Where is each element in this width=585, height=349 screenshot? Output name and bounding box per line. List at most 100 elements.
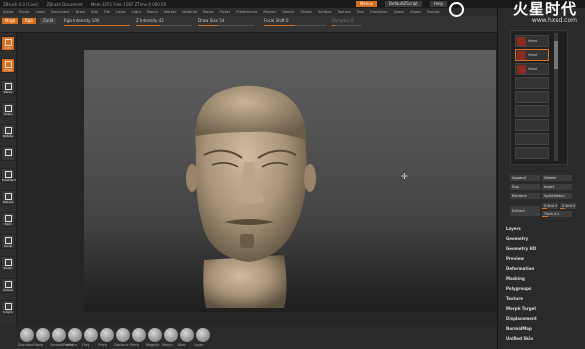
subtool-item[interactable] <box>515 77 549 89</box>
subtool-insert-button[interactable]: Insert <box>542 184 572 190</box>
menu-light[interactable]: Light <box>132 10 141 14</box>
help-button[interactable]: Help <box>429 1 447 7</box>
subtool-splithidden-button[interactable]: SplitHidden <box>542 193 572 199</box>
subtool-item[interactable] <box>515 119 549 131</box>
zadd-button[interactable]: Zadd <box>40 18 57 24</box>
menu-brush[interactable]: Brush <box>19 10 29 14</box>
tool-slot-5[interactable] <box>1 146 15 161</box>
extract-slider[interactable]: S Smt 5 <box>542 203 558 209</box>
subtool-item[interactable] <box>515 105 549 117</box>
brush-layer-icon[interactable] <box>196 328 210 342</box>
subtool-item[interactable] <box>515 147 549 159</box>
menu-macro[interactable]: Macro <box>147 10 158 14</box>
draw-size-slider[interactable]: Draw Size 54 <box>198 18 254 27</box>
tool-scroll[interactable]: Scroll <box>1 234 15 249</box>
menu-alpha[interactable]: Alpha <box>3 10 13 14</box>
section-unified-skin[interactable]: Unified Skin <box>506 335 580 343</box>
rgb-intensity-slider[interactable]: Rgb Intensity 100 <box>64 18 130 27</box>
menu-layer[interactable]: Layer <box>116 10 126 14</box>
menu-stroke[interactable]: Stroke <box>300 10 311 14</box>
extract-slider[interactable]: Thick 0.1 <box>542 211 572 217</box>
subtool-item[interactable] <box>515 133 549 145</box>
extract-button[interactable]: Extract <box>510 206 540 216</box>
menu-preferences[interactable]: Preferences <box>236 10 257 14</box>
brush-morph-icon[interactable] <box>164 328 178 342</box>
head-sculpt[interactable] <box>84 50 496 312</box>
subtool-thumbnail <box>517 37 526 46</box>
tool-draw[interactable]: Draw <box>1 58 15 73</box>
section-masking[interactable]: Masking <box>506 275 580 283</box>
z-intensity-slider[interactable]: Z Intensity 42 <box>136 18 192 27</box>
brush-blob-icon[interactable] <box>180 328 194 342</box>
menu-draw[interactable]: Draw <box>76 10 85 14</box>
subtool-item[interactable]: Head <box>515 63 549 75</box>
menu-tool[interactable]: Tool <box>357 10 364 14</box>
menu-render[interactable]: Render <box>263 10 276 14</box>
tool-lsym[interactable]: L.Sym <box>1 300 15 315</box>
tool-texture[interactable]: Texture <box>1 190 15 205</box>
menu-color[interactable]: Color <box>36 10 45 14</box>
menu-file[interactable]: File <box>104 10 110 14</box>
tool-move[interactable]: Move <box>1 80 15 95</box>
subtool-append-button[interactable]: Append <box>510 175 540 181</box>
section-preview[interactable]: Preview <box>506 255 580 263</box>
section-layers[interactable]: Layers <box>506 225 580 233</box>
subtool-delete-button[interactable]: Delete <box>542 175 572 181</box>
brush-displace-icon[interactable] <box>116 328 130 342</box>
tool-label: Scroll <box>3 244 13 248</box>
menu-material[interactable]: Material <box>182 10 197 14</box>
menu-picker[interactable]: Picker <box>220 10 231 14</box>
brush-inflate-icon[interactable] <box>68 328 82 342</box>
section-texture[interactable]: Texture <box>506 295 580 303</box>
menu-marker[interactable]: Marker <box>164 10 176 14</box>
menu-surface[interactable]: Surface <box>318 10 332 14</box>
section-morph-target[interactable]: Morph Target <box>506 305 580 313</box>
brush-pinch-icon[interactable] <box>132 328 146 342</box>
menus-button[interactable]: Menus <box>355 1 377 7</box>
section-deformation[interactable]: Deformation <box>506 265 580 273</box>
mrgb-button[interactable]: Mrgb <box>2 18 19 24</box>
rgb-button[interactable]: Rgb <box>22 18 36 24</box>
section-normalmap[interactable]: NormalMap <box>506 325 580 333</box>
menu-stencil[interactable]: Stencil <box>282 10 294 14</box>
menu-transform[interactable]: Transform <box>370 10 388 14</box>
brush-clay-icon[interactable] <box>84 328 98 342</box>
subtool-item[interactable]: Head <box>515 49 549 61</box>
menu-zoom[interactable]: Zoom <box>394 10 404 14</box>
section-polygroups[interactable]: Polygroups <box>506 285 580 293</box>
extract-slider[interactable]: S Smt 5 <box>560 203 576 209</box>
tool-edit[interactable]: Edit <box>1 36 15 51</box>
brush-move-icon[interactable] <box>36 328 50 342</box>
brush-standard-icon[interactable] <box>20 328 34 342</box>
subtool-item[interactable] <box>515 91 549 103</box>
subtool-item[interactable]: Head <box>515 35 549 47</box>
menu-document[interactable]: Document <box>51 10 70 14</box>
menu-zapps[interactable]: Zapps <box>410 10 421 14</box>
menu-zscript[interactable]: Zscript <box>427 10 439 14</box>
brush-pinch-icon[interactable] <box>100 328 114 342</box>
dynamic-slider[interactable]: Dynamic 0 <box>332 18 362 27</box>
subtool-rename-button[interactable]: Rename <box>510 193 540 199</box>
tool-rotate[interactable]: Rotate <box>1 124 15 139</box>
dynamic-label: Dynamic 0 <box>332 18 354 23</box>
section-geometry[interactable]: Geometry <box>506 235 580 243</box>
menu-movie[interactable]: Movie <box>203 10 214 14</box>
tool-spix[interactable]: Spix <box>1 212 15 227</box>
section-geometry-hd[interactable]: Geometry HD <box>506 245 580 253</box>
tool-freehand[interactable]: FreeHand <box>1 168 16 183</box>
menu-edit[interactable]: Edit <box>91 10 98 14</box>
default-zscript-button[interactable]: DefaultZScript <box>384 1 422 7</box>
left-tool-shelf: Edit Draw Move Scale Rotate FreeHand Texture Sp… <box>0 33 17 349</box>
menu-texture[interactable]: Texture <box>338 10 351 14</box>
subtool-dup-button[interactable]: Dup <box>510 184 540 190</box>
tool-actual[interactable]: Actual <box>1 278 15 293</box>
brush-magnify-icon[interactable] <box>148 328 162 342</box>
tool-zoom[interactable]: Zoom <box>1 256 15 271</box>
section-displacement[interactable]: Displacement <box>506 315 580 323</box>
tool-scale[interactable]: Scale <box>1 102 15 117</box>
focal-shift-slider[interactable]: Focal Shift 0 <box>264 18 326 27</box>
document-canvas[interactable] <box>84 50 496 312</box>
brush-smoothpeaks-icon[interactable] <box>52 328 66 342</box>
subtool-scrollbar[interactable] <box>554 33 558 161</box>
subtool-list[interactable]: Head Head Head <box>510 30 568 165</box>
